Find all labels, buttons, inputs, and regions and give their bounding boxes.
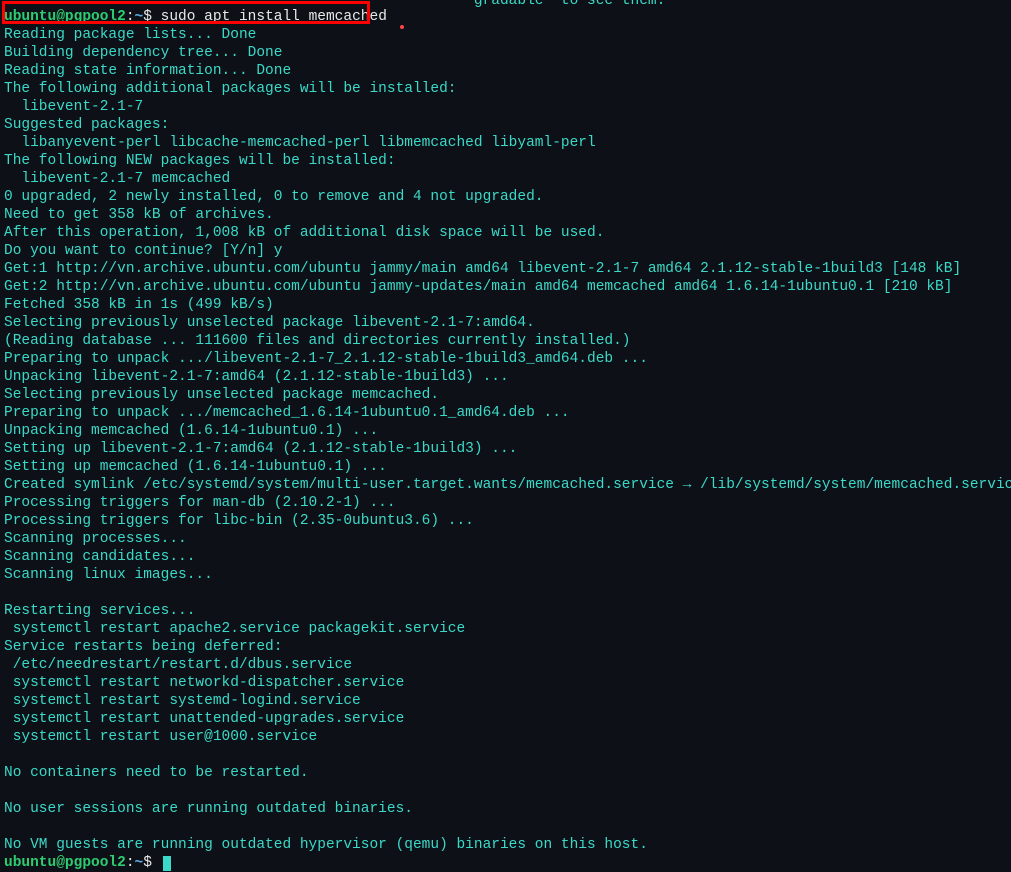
output-line: The following additional packages will b…	[4, 80, 1007, 98]
output-line: Building dependency tree... Done	[4, 44, 1007, 62]
output-line: Need to get 358 kB of archives.	[4, 206, 1007, 224]
prompt-host: pgpool2	[65, 855, 126, 871]
output-line: Fetched 358 kB in 1s (499 kB/s)	[4, 296, 1007, 314]
previous-output-fragment: gradable to see them.	[4, 0, 665, 10]
output-line: Reading state information... Done	[4, 62, 1007, 80]
prompt-dollar: $	[143, 9, 160, 25]
output-line: Service restarts being deferred:	[4, 638, 1007, 656]
output-line: systemctl restart networkd-dispatcher.se…	[4, 674, 1007, 692]
output-line: Created symlink /etc/systemd/system/mult…	[4, 476, 1007, 494]
output-line: No user sessions are running outdated bi…	[4, 800, 1007, 818]
prompt-line-2[interactable]: ubuntu@pgpool2:~$	[4, 854, 1007, 872]
annotation-dot	[400, 25, 404, 29]
output-line: No VM guests are running outdated hyperv…	[4, 836, 1007, 854]
output-line: Suggested packages:	[4, 116, 1007, 134]
output-line: Preparing to unpack .../memcached_1.6.14…	[4, 404, 1007, 422]
prompt-colon: :	[126, 9, 135, 25]
output-line	[4, 818, 1007, 836]
prompt-path: ~	[135, 9, 144, 25]
output-line: Unpacking libevent-2.1-7:amd64 (2.1.12-s…	[4, 368, 1007, 386]
output-line: Processing triggers for man-db (2.10.2-1…	[4, 494, 1007, 512]
output-line: libanyevent-perl libcache-memcached-perl…	[4, 134, 1007, 152]
output-line: systemctl restart systemd-logind.service	[4, 692, 1007, 710]
output-line: Scanning processes...	[4, 530, 1007, 548]
terminal-window[interactable]: gradable to see them. ubuntu@pgpool2:~$ …	[0, 0, 1011, 872]
prompt-colon: :	[126, 855, 135, 871]
output-line	[4, 746, 1007, 764]
prompt-at: @	[56, 9, 65, 25]
output-line: Scanning candidates...	[4, 548, 1007, 566]
output-line: Get:1 http://vn.archive.ubuntu.com/ubunt…	[4, 260, 1007, 278]
output-line: Unpacking memcached (1.6.14-1ubuntu0.1) …	[4, 422, 1007, 440]
output-line: Restarting services...	[4, 602, 1007, 620]
output-line: systemctl restart unattended-upgrades.se…	[4, 710, 1007, 728]
output-line: After this operation, 1,008 kB of additi…	[4, 224, 1007, 242]
output-line: (Reading database ... 111600 files and d…	[4, 332, 1007, 350]
output-line: libevent-2.1-7 memcached	[4, 170, 1007, 188]
output-line: systemctl restart apache2.service packag…	[4, 620, 1007, 638]
cursor	[163, 856, 171, 871]
prompt-host: pgpool2	[65, 9, 126, 25]
output-line: The following NEW packages will be insta…	[4, 152, 1007, 170]
output-line: Setting up memcached (1.6.14-1ubuntu0.1)…	[4, 458, 1007, 476]
output-line: 0 upgraded, 2 newly installed, 0 to remo…	[4, 188, 1007, 206]
output-line: Processing triggers for libc-bin (2.35-0…	[4, 512, 1007, 530]
output-line: Setting up libevent-2.1-7:amd64 (2.1.12-…	[4, 440, 1007, 458]
output-line: systemctl restart user@1000.service	[4, 728, 1007, 746]
output-line: Selecting previously unselected package …	[4, 386, 1007, 404]
output-line: Scanning linux images...	[4, 566, 1007, 584]
output-line: libevent-2.1-7	[4, 98, 1007, 116]
output-line	[4, 782, 1007, 800]
output-line: No containers need to be restarted.	[4, 764, 1007, 782]
output-line: /etc/needrestart/restart.d/dbus.service	[4, 656, 1007, 674]
output-line: Selecting previously unselected package …	[4, 314, 1007, 332]
prompt-at: @	[56, 855, 65, 871]
terminal-output: Reading package lists... DoneBuilding de…	[4, 26, 1007, 854]
output-line: Do you want to continue? [Y/n] y	[4, 242, 1007, 260]
prompt-dollar: $	[143, 855, 160, 871]
prompt-user: ubuntu	[4, 9, 56, 25]
output-line	[4, 584, 1007, 602]
output-line: Get:2 http://vn.archive.ubuntu.com/ubunt…	[4, 278, 1007, 296]
prompt-line-1: ubuntu@pgpool2:~$ sudo apt install memca…	[4, 8, 1007, 26]
command-text: sudo apt install memcached	[161, 9, 387, 25]
output-line: Preparing to unpack .../libevent-2.1-7_2…	[4, 350, 1007, 368]
output-line: Reading package lists... Done	[4, 26, 1007, 44]
prompt-path: ~	[135, 855, 144, 871]
prompt-user: ubuntu	[4, 855, 56, 871]
